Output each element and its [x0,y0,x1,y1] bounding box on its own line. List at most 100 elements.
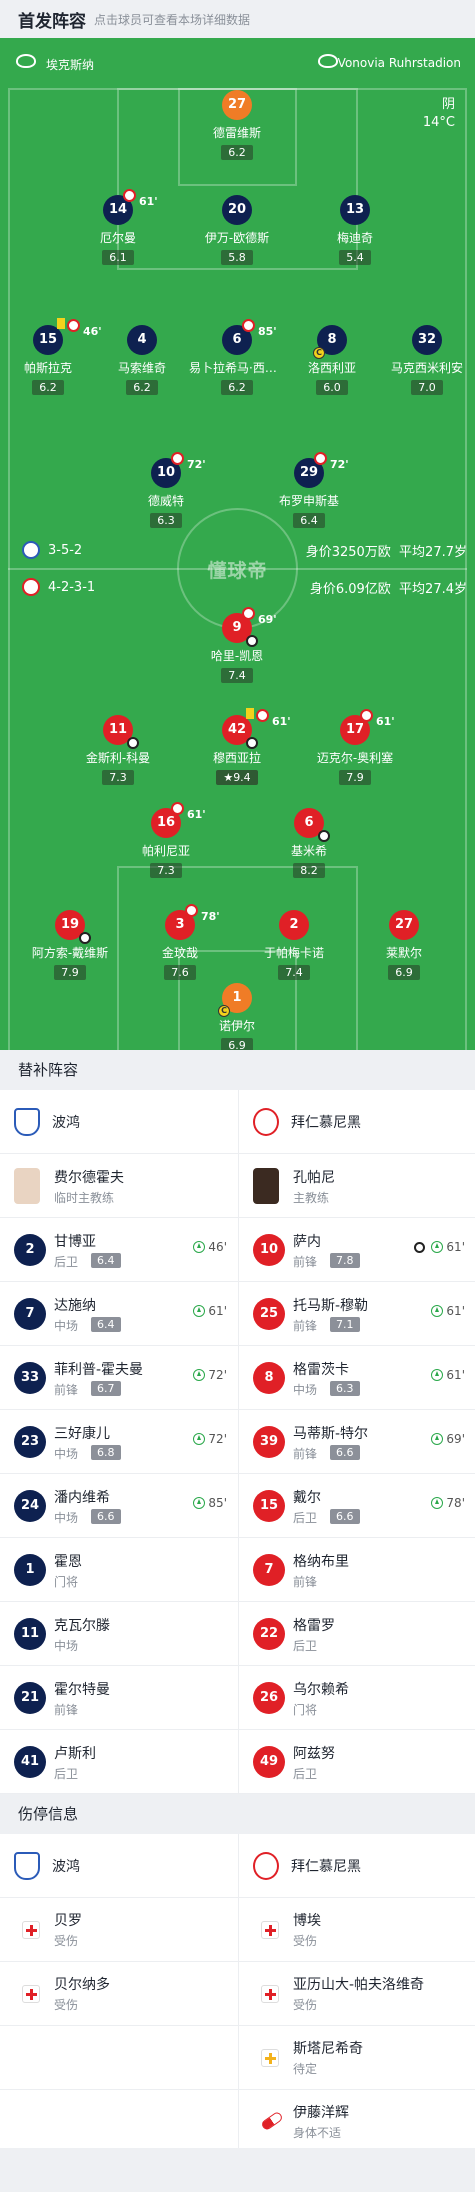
player-name: 潘内维希 [54,1490,110,1506]
player-rating: 6.1 [102,250,134,265]
player-number: 23 [14,1426,46,1458]
medical-cross-icon [261,1921,279,1939]
player-name: 博埃 [293,1913,321,1929]
injury-status: 受伤 [54,1998,79,2012]
player-card[interactable]: 1 C 诺伊尔 6.9 [189,983,285,1050]
yellow-card-icon [246,708,254,719]
player-rating: 7.6 [164,965,196,980]
pitch-header: 埃克斯纳 Vonovia Ruhrstadion [0,38,475,88]
player-position: 中场 [54,1639,79,1653]
injured-player[interactable]: 伊藤洋辉 身体不适 [238,2090,475,2154]
player-name: 马克西米利安 [390,361,463,375]
sub-player[interactable]: 21 霍尔特曼 前锋 [0,1666,237,1730]
sub-player[interactable]: 1 霍恩 门将 [0,1538,237,1602]
player-position: 后卫 [54,1767,79,1781]
player-card[interactable]: 3 78' 金玟哉 7.6 [132,904,228,980]
sub-player[interactable]: 41 卢斯利 后卫 [0,1730,237,1794]
sub-off-icon [242,319,255,332]
coach-avatar [14,1168,40,1204]
player-card[interactable]: 20 伊万-欧德斯 5.8 [189,195,285,265]
player-card[interactable]: 42 61' 穆西亚拉 ★9.4 [189,708,291,785]
coach-name: 费尔德霍夫 [54,1170,124,1186]
player-number: 41 [14,1746,46,1778]
sub-player[interactable]: 7 达施纳 中场 6.4 61' [0,1282,237,1346]
player-card[interactable]: 10 72' 德威特 6.3 [118,452,214,528]
sub-player[interactable]: 15 戴尔 后卫 6.6 78' [238,1474,475,1538]
player-number: 1 [14,1554,46,1586]
sub-in-icon [193,1497,206,1509]
player-name: 厄尔曼 [99,231,136,245]
player-card[interactable]: 27 莱默尔 6.9 [356,910,452,980]
player-card[interactable]: 9 69' 哈里-凯恩 7.4 [189,607,285,683]
home-team-header: 波鸿 [0,1090,237,1154]
player-rating: 7.8 [330,1253,360,1268]
captain-icon: C [218,1005,230,1017]
coach-avatar [253,1168,279,1204]
player-rating: 6.2 [221,145,253,160]
yellow-card-icon [57,318,65,329]
player-card[interactable]: 6 85' 易卜拉希马·西索科 6.2 [189,319,285,395]
player-rating: 7.4 [278,965,310,980]
injury-status: 待定 [293,2062,318,2076]
sub-row: 2 甘博亚 后卫 6.4 46' 10 萨内 前锋 7.8 61' [0,1218,475,1282]
player-card[interactable]: 16 61' 帕利尼亚 7.3 [118,802,214,878]
injured-player[interactable]: 贝罗 受伤 [0,1898,237,1962]
player-number: 6 [232,332,242,347]
player-name: 于帕梅卡诺 [263,946,324,960]
player-card[interactable]: 14 61' 厄尔曼 6.1 [70,189,166,265]
player-name: 格雷茨卡 [293,1362,349,1378]
sub-player[interactable]: 33 菲利普-霍夫曼 前锋 6.7 72' [0,1346,237,1410]
sub-player[interactable]: 26 乌尔赖希 门将 [238,1666,475,1730]
player-rating: 6.3 [150,513,182,528]
player-card[interactable]: 6 基米希 8.2 [261,808,357,878]
player-card[interactable]: 27 德雷维斯 6.2 [189,90,285,160]
injured-player[interactable]: 贝尔纳多 受伤 [0,1962,237,2026]
sub-player[interactable]: 39 马蒂斯-特尔 前锋 6.6 69' [238,1410,475,1474]
assist-icon [246,737,258,749]
injured-player[interactable]: 博埃 受伤 [238,1898,475,1962]
sub-player[interactable]: 10 萨内 前锋 7.8 61' [238,1218,475,1282]
sub-player[interactable]: 11 克瓦尔滕 中场 [0,1602,237,1666]
injury-row: 伊藤洋辉 身体不适 [0,2090,475,2154]
sub-player[interactable]: 25 托马斯-穆勒 前锋 7.1 61' [238,1282,475,1346]
player-card[interactable]: 11 金斯利-科曼 7.3 [70,715,166,785]
sub-player[interactable]: 24 潘内维希 中场 6.6 85' [0,1474,237,1538]
sub-player[interactable]: 22 格雷罗 后卫 [238,1602,475,1666]
away-coach[interactable]: 孔帕尼 主教练 [238,1154,475,1218]
player-card[interactable]: 13 梅迪奇 5.4 [307,195,403,265]
sub-in-time: 61' [208,1304,227,1318]
player-number: 25 [253,1298,285,1330]
player-position: 前锋 [293,1255,318,1269]
player-card[interactable]: 32 马克西米利安 7.0 [379,325,475,395]
player-card[interactable]: 19 阿方索-戴维斯 7.9 [22,910,118,980]
player-rating: 6.9 [388,965,420,980]
player-card[interactable]: 2 于帕梅卡诺 7.4 [246,910,342,980]
player-name: 金斯利-科曼 [85,751,151,765]
medical-cross-icon [22,1985,40,2003]
sub-row: 21 霍尔特曼 前锋 26 乌尔赖希 门将 [0,1666,475,1730]
player-card[interactable]: 8 C 洛西利亚 6.0 [284,325,380,395]
player-card[interactable]: 29 72' 布罗申斯基 6.4 [261,452,357,528]
player-rating: 6.4 [293,513,325,528]
sub-player[interactable]: 7 格纳布里 前锋 [238,1538,475,1602]
player-rating: ★9.4 [216,770,258,785]
sub-time: 72' [330,458,349,471]
injured-player[interactable]: 斯塔尼希奇 待定 [238,2026,475,2090]
goal-icon [414,1241,426,1253]
home-coach[interactable]: 费尔德霍夫临时主教练 [0,1154,237,1218]
player-card[interactable]: 17 61' 迈克尔-奥利塞 7.9 [307,709,403,785]
injured-player[interactable]: 亚历山大-帕夫洛维奇 受伤 [238,1962,475,2026]
sub-in: 78' [431,1496,465,1510]
player-name: 阿兹努 [293,1746,335,1762]
sub-player[interactable]: 2 甘博亚 后卫 6.4 46' [0,1218,237,1282]
player-rating: 6.2 [32,380,64,395]
sub-player[interactable]: 49 阿兹努 后卫 [238,1730,475,1794]
sub-player[interactable]: 23 三好康儿 中场 6.8 72' [0,1410,237,1474]
player-number: 10 [156,465,176,480]
player-card[interactable]: 15 46' 帕斯拉克 6.2 [0,318,102,395]
player-card[interactable]: 4 马索维奇 6.2 [94,325,190,395]
player-position: 门将 [54,1575,79,1589]
player-name: 菲利普-霍夫曼 [54,1362,144,1378]
coach-role: 临时主教练 [54,1191,115,1205]
sub-player[interactable]: 8 格雷茨卡 中场 6.3 61' [238,1346,475,1410]
